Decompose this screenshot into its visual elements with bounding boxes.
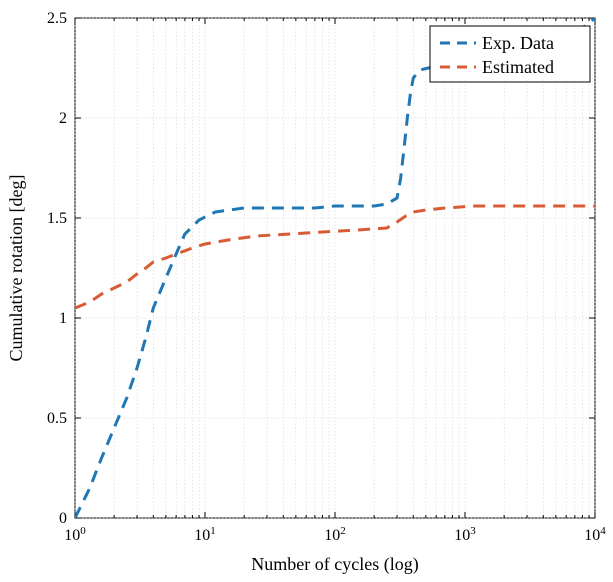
plot-area: Exp. Data Estimated: [75, 18, 595, 518]
y-tick-label: 0.5: [47, 410, 67, 427]
y-tick-label: 1: [59, 310, 67, 327]
legend-label-est: Estimated: [482, 57, 554, 77]
y-tick-label: 1.5: [47, 210, 67, 227]
y-tick-label: 2.5: [47, 10, 67, 27]
y-axis-label: Cumulative rotation [deg]: [6, 175, 26, 362]
chart-root: Exp. Data Estimated 00.511.522.5 1001011…: [0, 0, 613, 582]
y-tick-label: 0: [59, 510, 67, 527]
legend-label-exp: Exp. Data: [482, 33, 554, 53]
legend: Exp. Data Estimated: [430, 26, 590, 82]
y-tick-label: 2: [59, 110, 67, 127]
x-axis-label: Number of cycles (log): [251, 554, 418, 575]
